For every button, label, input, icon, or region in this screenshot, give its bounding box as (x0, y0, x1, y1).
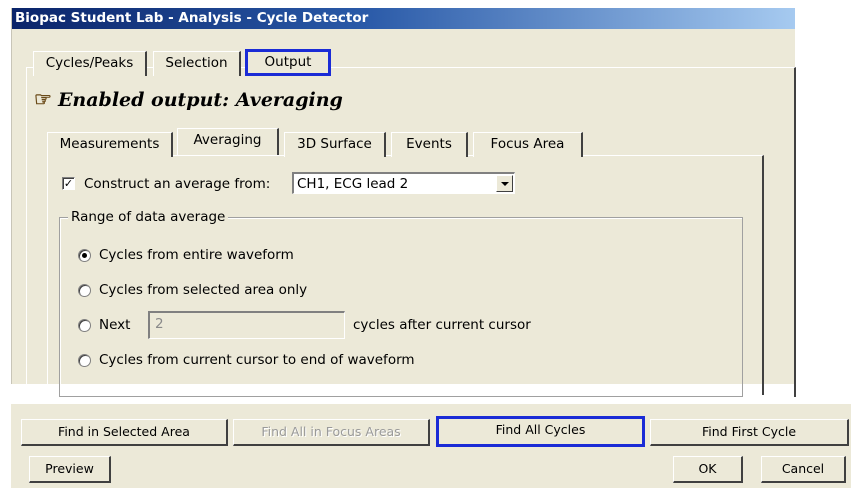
subtab-3d-surface[interactable]: 3D Surface (284, 132, 386, 157)
range-of-data-average-group (59, 217, 743, 397)
radio-cursor-to-end[interactable] (78, 354, 91, 367)
construct-average-checkbox[interactable]: ✓ (62, 177, 75, 190)
tab-selection[interactable]: Selection (153, 51, 241, 76)
range-of-data-average-label: Range of data average (68, 209, 229, 225)
find-in-selected-area-button[interactable]: Find in Selected Area (21, 419, 228, 446)
cancel-button[interactable]: Cancel (761, 456, 846, 483)
next-cycles-input[interactable]: 2 (148, 311, 345, 339)
subtab-measurements[interactable]: Measurements (47, 132, 173, 157)
pointing-hand-icon: ☞ (34, 87, 52, 111)
label-selected-area: Cycles from selected area only (99, 282, 308, 298)
radio-selected-area[interactable] (78, 284, 91, 297)
window-title: Biopac Student Lab - Analysis - Cycle De… (12, 8, 795, 29)
enabled-output-heading: ☞ Enabled output: Averaging (34, 86, 343, 112)
find-all-in-focus-areas-button[interactable]: Find All in Focus Areas (233, 419, 430, 446)
tab-cycles-peaks[interactable]: Cycles/Peaks (33, 51, 147, 76)
radio-next-cycles[interactable] (78, 319, 91, 332)
subtab-averaging[interactable]: Averaging (177, 128, 279, 155)
subtab-events[interactable]: Events (391, 132, 468, 157)
ok-button[interactable]: OK (673, 456, 743, 483)
chevron-down-icon[interactable] (496, 175, 513, 192)
find-all-cycles-button[interactable]: Find All Cycles (436, 416, 645, 447)
average-source-select[interactable]: CH1, ECG lead 2 (292, 172, 515, 194)
enabled-output-text: Enabled output: Averaging (57, 89, 343, 111)
radio-entire-waveform[interactable] (78, 249, 91, 262)
subtab-focus-area[interactable]: Focus Area (473, 132, 583, 157)
preview-button[interactable]: Preview (29, 456, 111, 483)
label-next: Next (99, 317, 131, 333)
next-cycles-suffix: cycles after current cursor (353, 317, 531, 333)
average-source-value: CH1, ECG lead 2 (297, 176, 409, 192)
find-first-cycle-button[interactable]: Find First Cycle (650, 419, 849, 446)
label-cursor-to-end: Cycles from current cursor to end of wav… (99, 352, 415, 368)
label-entire-waveform: Cycles from entire waveform (99, 247, 294, 263)
tab-output[interactable]: Output (245, 49, 331, 76)
construct-average-label: Construct an average from: (84, 176, 271, 192)
